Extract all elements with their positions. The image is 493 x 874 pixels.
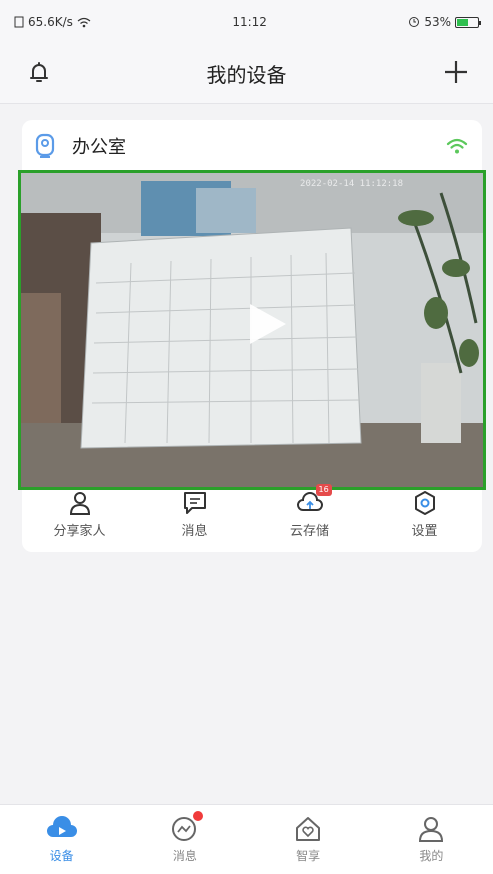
nav-bar: 我的设备 <box>0 44 493 104</box>
tab-smart-share-label: 智享 <box>296 849 321 863</box>
status-right: 53% <box>408 15 481 29</box>
smart-share-tab-icon <box>296 817 321 841</box>
tab-messages[interactable]: 消息 <box>145 811 225 864</box>
cloud-storage-button[interactable]: 16 云存储 <box>260 484 360 539</box>
settings-icon <box>414 491 435 515</box>
profile-tab-icon <box>419 817 444 842</box>
cloud-storage-label: 云存储 <box>289 524 329 539</box>
video-preview[interactable]: 2022-02-14 11:12:18 <box>18 170 486 490</box>
add-device-icon[interactable] <box>441 57 471 87</box>
tab-messages-label: 消息 <box>172 849 197 863</box>
message-unread-dot <box>192 811 203 821</box>
device-actions: 分享家人 消息 16 云存储 设置 <box>22 484 482 552</box>
wifi-status-icon <box>77 17 91 27</box>
message-icon <box>183 492 206 514</box>
status-bar: 65.6K/s 11:12 53% <box>0 0 493 44</box>
alarm-icon <box>409 17 420 27</box>
network-speed: 65.6K/s <box>28 15 73 29</box>
tab-devices-label: 设备 <box>49 849 74 863</box>
status-left: 65.6K/s <box>14 15 91 29</box>
settings-button[interactable]: 设置 <box>375 488 475 539</box>
share-family-button[interactable]: 分享家人 <box>30 488 130 539</box>
tab-profile[interactable]: 我的 <box>391 815 471 864</box>
battery-percent: 53% <box>424 15 451 29</box>
bottom-tab-bar: 设备 消息 智享 我的 <box>0 804 493 874</box>
settings-label: 设置 <box>411 524 438 539</box>
cloud-storage-badge: 16 <box>315 484 332 496</box>
message-button[interactable]: 消息 <box>145 488 245 539</box>
share-family-label: 分享家人 <box>53 524 106 539</box>
battery-fill <box>457 18 468 26</box>
sim-icon <box>14 16 24 28</box>
tab-smart-share[interactable]: 智享 <box>268 815 348 864</box>
device-tab-icon <box>46 816 77 837</box>
device-header[interactable]: 办公室 <box>22 120 482 172</box>
page-title: 我的设备 <box>206 63 287 87</box>
battery-icon <box>455 16 481 28</box>
play-icon[interactable] <box>242 300 290 348</box>
wifi-signal-icon <box>446 138 468 154</box>
status-time: 11:12 <box>232 15 267 29</box>
bell-icon[interactable] <box>26 60 52 86</box>
share-family-icon <box>69 492 90 515</box>
message-label: 消息 <box>181 524 208 539</box>
video-timestamp: 2022-02-14 11:12:18 <box>300 179 403 189</box>
tab-profile-label: 我的 <box>419 849 444 863</box>
device-name: 办公室 <box>72 137 126 158</box>
camera-device-icon <box>35 133 55 158</box>
tab-devices[interactable]: 设备 <box>22 815 102 864</box>
